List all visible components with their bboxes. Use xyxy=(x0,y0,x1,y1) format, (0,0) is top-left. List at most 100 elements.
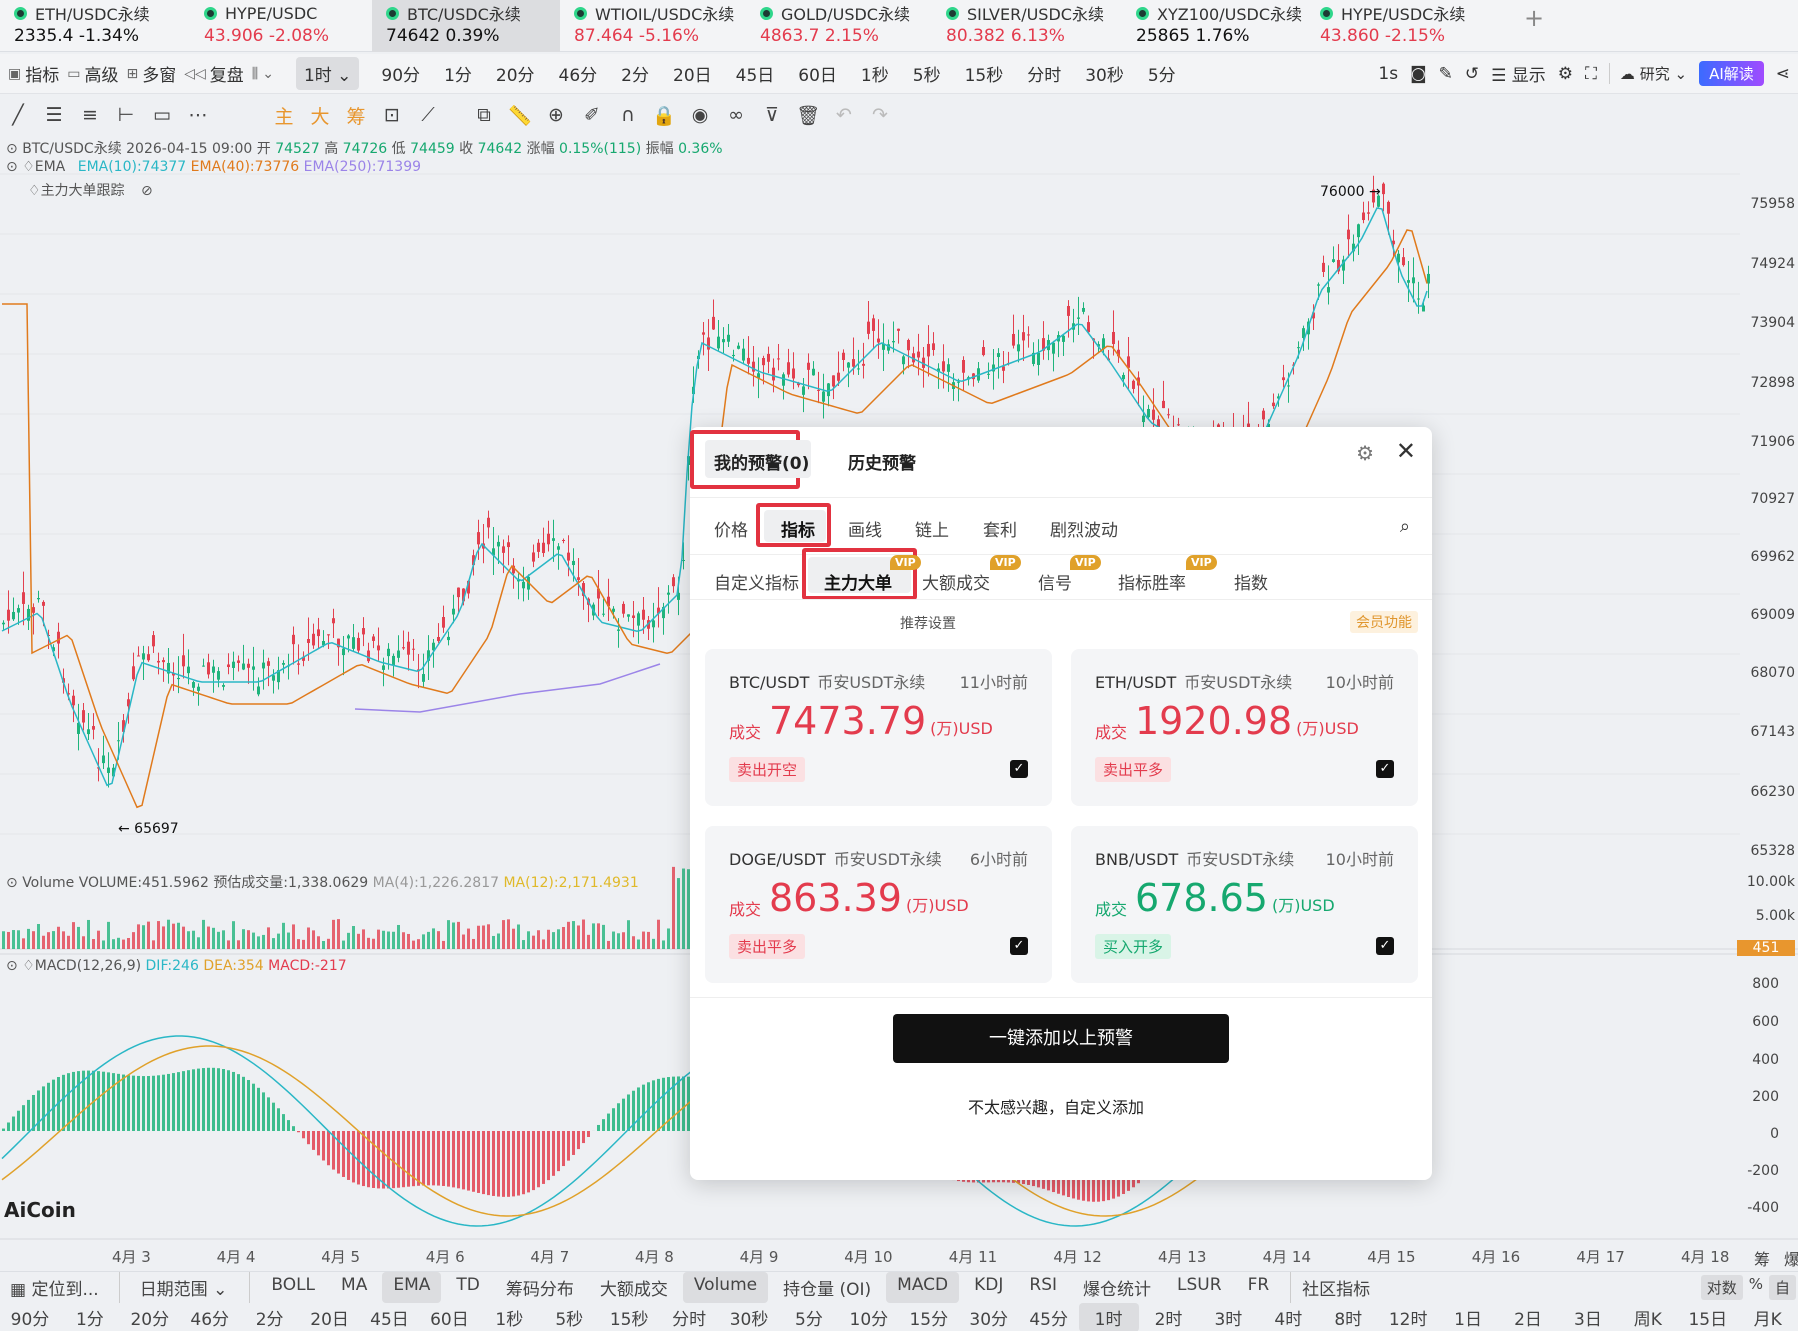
date-range-button[interactable]: 日期范围 ⌄ xyxy=(118,1272,238,1303)
zoom-in-icon[interactable]: ⊕ xyxy=(538,104,574,126)
cat-drawing[interactable]: 画线 xyxy=(848,516,882,541)
interval-option[interactable]: 45分 xyxy=(1019,1303,1079,1331)
interval-option[interactable]: 60日 xyxy=(786,57,849,90)
interval-option[interactable]: 10分 xyxy=(839,1303,899,1331)
indicator-toggle[interactable]: MACD xyxy=(886,1272,960,1303)
interval-option[interactable]: 90分 xyxy=(369,57,432,90)
card-checkbox[interactable]: ✓ xyxy=(1376,937,1394,955)
redo-icon[interactable]: ↷ xyxy=(862,104,898,126)
interval-option[interactable]: 15分 xyxy=(899,1303,959,1331)
copy-icon[interactable]: ⧉ xyxy=(466,104,502,126)
interval-option[interactable]: 5秒 xyxy=(539,1303,599,1331)
interval-option[interactable]: 30秒 xyxy=(719,1303,779,1331)
ticker-tab[interactable]: SILVER/USDC永续 80.382 6.13% xyxy=(932,0,1122,52)
bell-icon[interactable]: ♢ xyxy=(22,958,35,974)
replay-button[interactable]: ◁◁ 复盘 xyxy=(184,61,244,87)
bell-icon[interactable]: ♢ xyxy=(22,159,35,175)
indicator-toggle[interactable]: 持仓量 (OI) xyxy=(772,1272,882,1303)
chart-type-button[interactable]: ⫼ ⌄ xyxy=(252,66,278,82)
interval-option[interactable]: 月K xyxy=(1738,1303,1798,1331)
indicator-toggle[interactable]: RSI xyxy=(1018,1272,1068,1303)
collapse-icon[interactable]: ⊙ xyxy=(6,875,18,891)
ticker-tab[interactable]: GOLD/USDC永续 4863.7 2.15% xyxy=(746,0,932,52)
pen-icon[interactable]: ✎ xyxy=(1439,64,1453,84)
interval-option[interactable]: 12时 xyxy=(1378,1303,1438,1331)
interval-option[interactable]: 5分 xyxy=(779,1303,839,1331)
interval-option[interactable]: 2分 xyxy=(609,57,661,90)
indicator-toggle[interactable]: KDJ xyxy=(963,1272,1014,1303)
hray-icon[interactable]: ⊢ xyxy=(108,104,144,126)
subtab-large-trade[interactable]: 大额成交 xyxy=(922,569,990,594)
eye-off-icon[interactable]: ⊘ xyxy=(141,183,153,199)
camera-icon[interactable]: ◙ xyxy=(1410,64,1427,84)
brush-icon[interactable]: ✐ xyxy=(574,104,610,126)
subtab-signal[interactable]: 信号 xyxy=(1038,569,1072,594)
rectangle-icon[interactable]: ▭ xyxy=(144,104,180,126)
interval-1s[interactable]: 1s xyxy=(1378,64,1398,84)
interval-option[interactable]: 20分 xyxy=(120,1303,180,1331)
interval-option[interactable]: 45日 xyxy=(724,57,787,90)
alert-card[interactable]: ETH/USDT 币安USDT永续 10小时前 成交 1920.98 (万)USD … xyxy=(1071,649,1418,806)
interval-option[interactable]: 5秒 xyxy=(901,57,953,90)
tab-history-alerts[interactable]: 历史预警 xyxy=(848,449,916,474)
trash-icon[interactable]: 🗑 xyxy=(790,104,826,127)
collapse-icon[interactable]: ⊙ xyxy=(6,958,18,974)
interval-option[interactable]: 5分 xyxy=(1136,57,1188,90)
interval-option[interactable]: 1分 xyxy=(432,57,484,90)
interval-option[interactable]: 8时 xyxy=(1318,1303,1378,1331)
chip-axis-button[interactable]: 筹 xyxy=(1754,1246,1770,1270)
interval-option[interactable]: 45日 xyxy=(360,1303,420,1331)
indicator-toggle[interactable]: MA xyxy=(330,1272,378,1303)
interval-option[interactable]: 20日 xyxy=(661,57,724,90)
interval-option[interactable]: 3时 xyxy=(1198,1303,1258,1331)
card-checkbox[interactable]: ✓ xyxy=(1010,937,1028,955)
interval-option[interactable]: 60日 xyxy=(419,1303,479,1331)
locate-button[interactable]: ▦ 定位到... xyxy=(0,1272,109,1303)
indicator-toggle[interactable]: BOLL xyxy=(260,1272,326,1303)
interval-option[interactable]: 15秒 xyxy=(599,1303,659,1331)
settings-icon[interactable]: ⚙ xyxy=(1558,64,1573,84)
interval-option[interactable]: 20日 xyxy=(300,1303,360,1331)
indicator-toggle[interactable]: 大额成交 xyxy=(589,1272,679,1303)
interval-option[interactable]: 15日 xyxy=(1678,1303,1738,1331)
hlines-icon[interactable]: ☰ xyxy=(36,104,72,126)
log-scale-button[interactable]: 对数 xyxy=(1700,1275,1743,1300)
collapse-icon[interactable]: ⊙ xyxy=(6,141,18,157)
parallel-icon[interactable]: ≡ xyxy=(72,104,108,126)
research-button[interactable]: ☁ 研究 ⌄ xyxy=(1608,63,1687,84)
ticker-tab[interactable]: WTIOIL/USDC永续 87.464 -5.16% xyxy=(560,0,750,52)
ticker-tab-active[interactable]: BTC/USDC永续 74642 0.39% xyxy=(372,0,560,52)
interval-option[interactable]: 30秒 xyxy=(1073,57,1136,90)
ticker-tab[interactable]: ETH/USDC永续 2335.4 -1.34% xyxy=(0,0,180,52)
interval-option[interactable]: 1日 xyxy=(1438,1303,1498,1331)
interval-option[interactable]: 1时 xyxy=(1078,1302,1139,1331)
interval-option[interactable]: 15秒 xyxy=(953,57,1016,90)
indicator-toggle[interactable]: 社区指标 xyxy=(1290,1272,1381,1303)
settings-icon[interactable]: ⚙ xyxy=(1356,441,1374,465)
subtab-win-rate[interactable]: 指标胜率 xyxy=(1118,569,1186,594)
interval-option[interactable]: 4时 xyxy=(1258,1303,1318,1331)
interval-option[interactable]: 分时 xyxy=(1015,57,1073,90)
close-icon[interactable]: ✕ xyxy=(1396,437,1416,465)
add-ticker-button[interactable]: + xyxy=(1524,4,1544,32)
indicator-toggle[interactable]: Volume xyxy=(682,1272,769,1303)
interval-option[interactable]: 2分 xyxy=(240,1303,300,1331)
search-icon[interactable]: ⌕ xyxy=(1400,516,1410,537)
ai-read-button[interactable]: AI解读 xyxy=(1699,61,1764,86)
magnet-icon[interactable]: ∩ xyxy=(610,104,646,126)
subtab-index[interactable]: 指数 xyxy=(1234,569,1268,594)
interval-selector[interactable]: 1时 ⌄ xyxy=(295,57,360,90)
interval-option[interactable]: 分时 xyxy=(659,1303,719,1331)
indicator-toggle[interactable]: EMA xyxy=(382,1272,442,1303)
share-icon[interactable]: ⋖ xyxy=(1776,64,1790,84)
percent-scale-button[interactable]: % xyxy=(1749,1275,1763,1300)
cat-indicator[interactable]: 指标 xyxy=(781,516,815,541)
interval-option[interactable]: 3日 xyxy=(1558,1303,1618,1331)
indicator-toggle[interactable]: LSUR xyxy=(1166,1272,1233,1303)
card-checkbox[interactable]: ✓ xyxy=(1010,760,1028,778)
undo-icon[interactable]: ↶ xyxy=(826,104,862,126)
indicator-toggle[interactable]: 筹码分布 xyxy=(495,1272,585,1303)
interval-option[interactable]: 46分 xyxy=(180,1303,240,1331)
subtab-main-big-order[interactable]: 主力大单 xyxy=(824,569,892,594)
add-all-alerts-button[interactable]: 一键添加以上预警 xyxy=(893,1014,1229,1063)
